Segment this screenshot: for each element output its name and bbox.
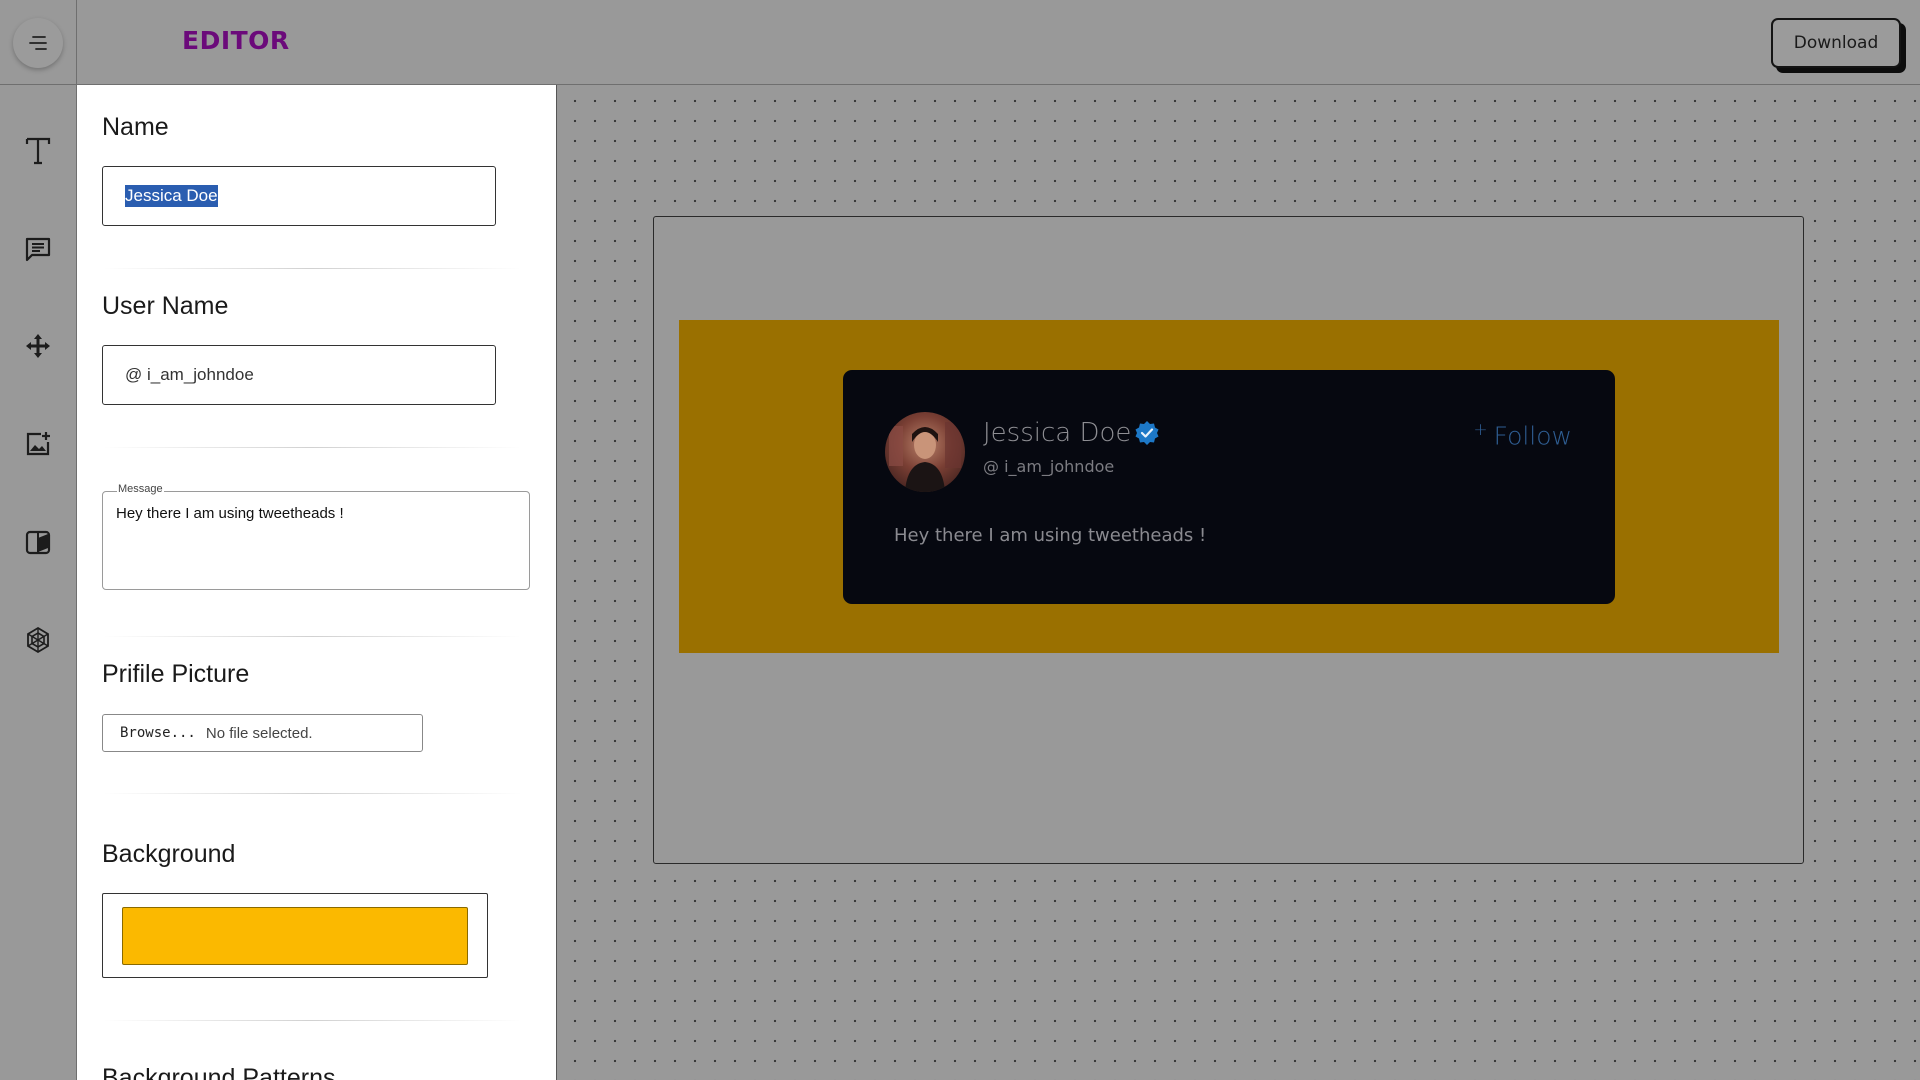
follow-label: Follow [1493,421,1572,451]
pattern-tool-button[interactable] [22,624,54,656]
move-icon [26,334,50,358]
tweet-message: Hey there I am using tweetheads ! [894,525,1207,546]
canvas: Jessica Doe @ i_am_johndoe + Follow Hey t… [557,85,1920,1080]
profile-picture-file-input[interactable]: Browse... No file selected. [102,714,423,752]
profile-picture-label: Prifile Picture [102,660,250,688]
image-tool-button[interactable] [22,428,54,460]
divider [102,447,522,448]
message-textarea[interactable]: Message Hey there I am using tweetheads … [102,483,530,590]
top-bar: EDITOR Download [0,0,1920,85]
file-status: No file selected. [205,724,313,742]
tool-rail [0,0,77,1080]
username-label: User Name [102,292,229,320]
name-label: Name [102,113,169,141]
divider [102,636,522,637]
username-input[interactable]: @ i_am_johndoe [102,345,496,405]
add-image-icon [26,432,50,456]
text-icon [25,137,51,165]
download-button[interactable]: Download [1771,18,1901,68]
verified-badge-icon [1135,421,1159,445]
tweet-card: Jessica Doe @ i_am_johndoe + Follow Hey t… [843,370,1615,604]
divider [102,793,522,794]
name-input[interactable]: Jessica Doe [102,166,496,226]
tweet-handle: @ i_am_johndoe [983,457,1115,476]
divider [102,268,522,269]
message-value: Hey there I am using tweetheads ! [116,505,344,522]
avatar [885,412,965,492]
background-color-swatch[interactable] [122,907,468,965]
style-tool-button[interactable] [22,526,54,558]
message-icon [25,237,51,262]
browse-button[interactable]: Browse... [120,725,196,741]
message-tool-button[interactable] [22,233,54,265]
pattern-icon [27,626,49,654]
preview-frame: Jessica Doe @ i_am_johndoe + Follow Hey t… [653,216,1804,864]
editor-panel: Name Jessica Doe User Name @ i_am_johndo… [77,85,557,1080]
app-title: EDITOR [182,26,290,55]
palette-icon [25,530,51,555]
background-patterns-label: Background Patterns [102,1064,336,1080]
tweet-name: Jessica Doe [983,418,1132,448]
text-tool-button[interactable] [22,135,54,167]
background-label: Background [102,840,236,868]
message-legend: Message [117,483,164,495]
username-input-value: @ i_am_johndoe [125,365,254,384]
move-tool-button[interactable] [22,330,54,362]
background-color-picker[interactable] [102,893,488,978]
name-input-value: Jessica Doe [125,185,218,207]
card-background: Jessica Doe @ i_am_johndoe + Follow Hey t… [679,320,1779,653]
divider [102,1020,522,1021]
follow-button[interactable]: + Follow [1473,420,1572,450]
follow-plus: + [1473,420,1488,440]
